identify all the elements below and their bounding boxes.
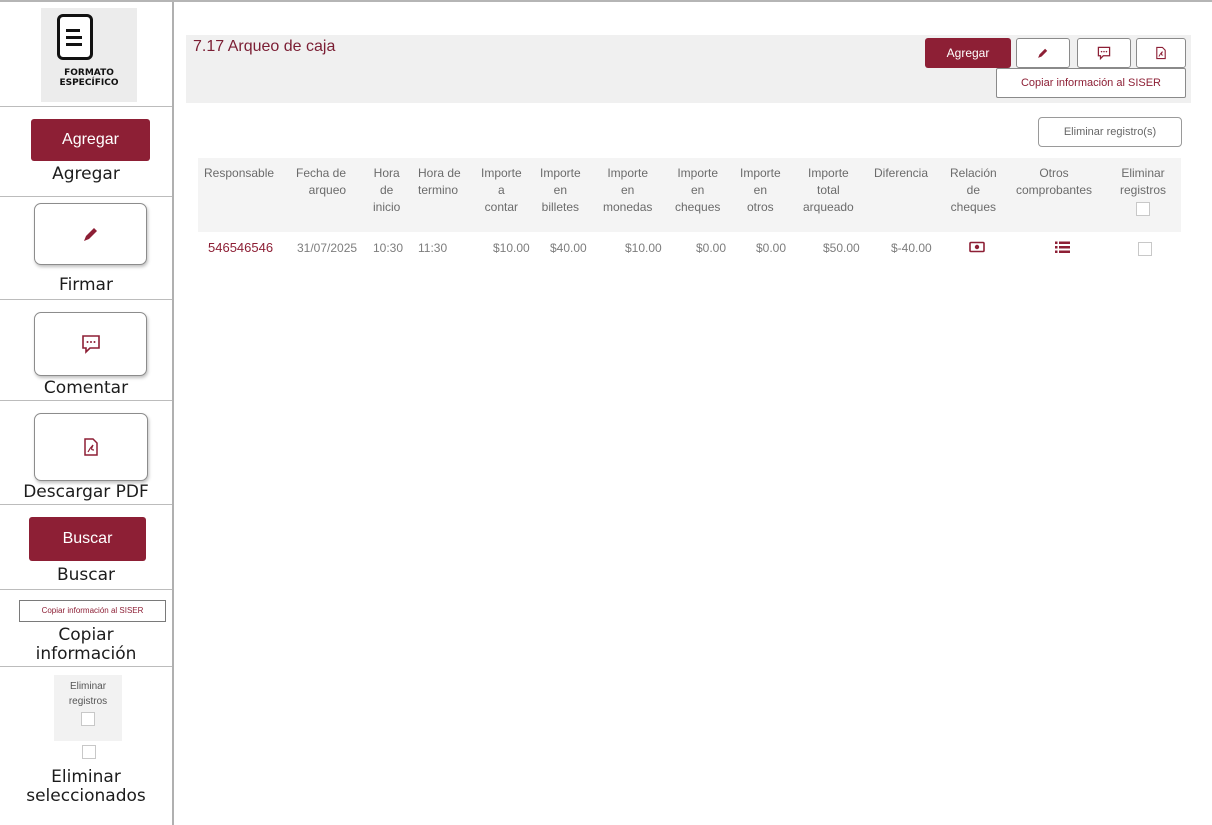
pdf-icon <box>84 438 98 456</box>
col-total: Importe total arqueado <box>803 166 854 214</box>
cell-total: $50.00 <box>823 241 860 255</box>
col-importe-contar: Importe a contar <box>481 166 522 214</box>
buscar-button[interactable]: Buscar <box>29 517 146 561</box>
cell-diferencia: $-40.00 <box>891 241 932 255</box>
cell-importe-contar: $10.00 <box>493 241 530 255</box>
eliminar-registros-header-sample: Eliminar registros <box>54 675 122 741</box>
pdf-icon <box>1156 46 1166 60</box>
col-diferencia: Diferencia <box>874 166 929 180</box>
cell-hora-inicio: 10:30 <box>373 241 404 255</box>
logo-text: FORMATO ESPECÍFICO <box>59 68 119 88</box>
col-hora-termino: Hora de termino <box>418 166 461 197</box>
col-fecha: Fecha de arqueo <box>296 166 347 197</box>
cell-fecha: 31/07/2025 <box>297 241 358 255</box>
eliminar-caption: Eliminar seleccionados <box>26 767 146 806</box>
cell-hora-termino: 11:30 <box>418 241 448 255</box>
pdf-caption: Descargar PDF <box>23 482 149 502</box>
agregar-caption: Agregar <box>52 164 120 184</box>
agregar-button[interactable]: Agregar <box>31 119 150 161</box>
sidebar-agregar-section: Agregar Agregar <box>0 107 172 197</box>
sidebar-pdf-section: Descargar PDF <box>0 401 172 505</box>
firmar-caption: Firmar <box>59 275 113 295</box>
col-otros-comprobantes: Otros comprobantes <box>1016 166 1093 197</box>
select-all-checkbox-sample[interactable] <box>81 712 95 726</box>
col-otros: Importe en otros <box>740 166 781 214</box>
select-all-checkbox[interactable] <box>1136 202 1150 216</box>
page-title: 7.17 Arqueo de caja <box>193 38 336 55</box>
pen-icon <box>1038 48 1048 58</box>
money-icon[interactable] <box>969 241 985 253</box>
firmar-button[interactable] <box>34 203 147 265</box>
descargar-pdf-button[interactable] <box>34 413 148 481</box>
top-rule <box>0 0 1212 2</box>
col-monedas: Importe en monedas <box>603 166 653 214</box>
sidebar-firmar-section: Firmar <box>0 197 172 300</box>
sidebar-buscar-section: Buscar Buscar <box>0 505 172 590</box>
sidebar-legend: FORMATO ESPECÍFICO Agregar Agregar Firmar… <box>0 2 174 825</box>
col-responsable: Responsable <box>204 166 275 180</box>
row-checkbox-sample[interactable] <box>82 745 96 759</box>
col-billetes: Importe en billetes <box>540 166 581 214</box>
cell-monedas: $10.00 <box>625 241 662 255</box>
comentar-button[interactable] <box>34 312 147 376</box>
cell-cheques: $0.00 <box>696 241 727 255</box>
formato-especifico-logo: FORMATO ESPECÍFICO <box>41 8 137 102</box>
sidebar-logo-section: FORMATO ESPECÍFICO <box>0 2 172 107</box>
row-select-checkbox[interactable] <box>1138 242 1152 256</box>
cell-responsable[interactable]: 546546546 <box>208 240 273 255</box>
document-icon <box>57 14 93 60</box>
col-hora-inicio: Hora de inicio <box>373 166 401 214</box>
pen-icon <box>83 228 97 241</box>
firmar-header-button[interactable] <box>1016 38 1070 68</box>
col-cheques: Importe en cheques <box>675 166 721 214</box>
eliminar-registros-button[interactable]: Eliminar registro(s) <box>1038 117 1182 147</box>
cell-otros: $0.00 <box>756 241 787 255</box>
copiar-caption: Copiar información <box>35 625 137 664</box>
list-icon[interactable] <box>1055 241 1070 254</box>
col-relacion-cheques: Relación de cheques <box>950 166 997 214</box>
cell-billetes: $40.00 <box>550 241 587 255</box>
pdf-header-button[interactable] <box>1136 38 1186 68</box>
comment-icon <box>1097 46 1111 60</box>
copiar-siser-button-sample[interactable]: Copiar información al SISER <box>19 600 166 622</box>
col-eliminar: Eliminar registros <box>1120 165 1166 221</box>
comment-icon <box>81 335 100 354</box>
sidebar-comentar-section: Comentar <box>0 300 172 401</box>
copiar-siser-button[interactable]: Copiar información al SISER <box>996 68 1186 98</box>
comentar-caption: Comentar <box>43 378 129 398</box>
buscar-caption: Buscar <box>56 565 116 585</box>
comentar-header-button[interactable] <box>1077 38 1131 68</box>
agregar-header-button[interactable]: Agregar <box>925 38 1011 68</box>
